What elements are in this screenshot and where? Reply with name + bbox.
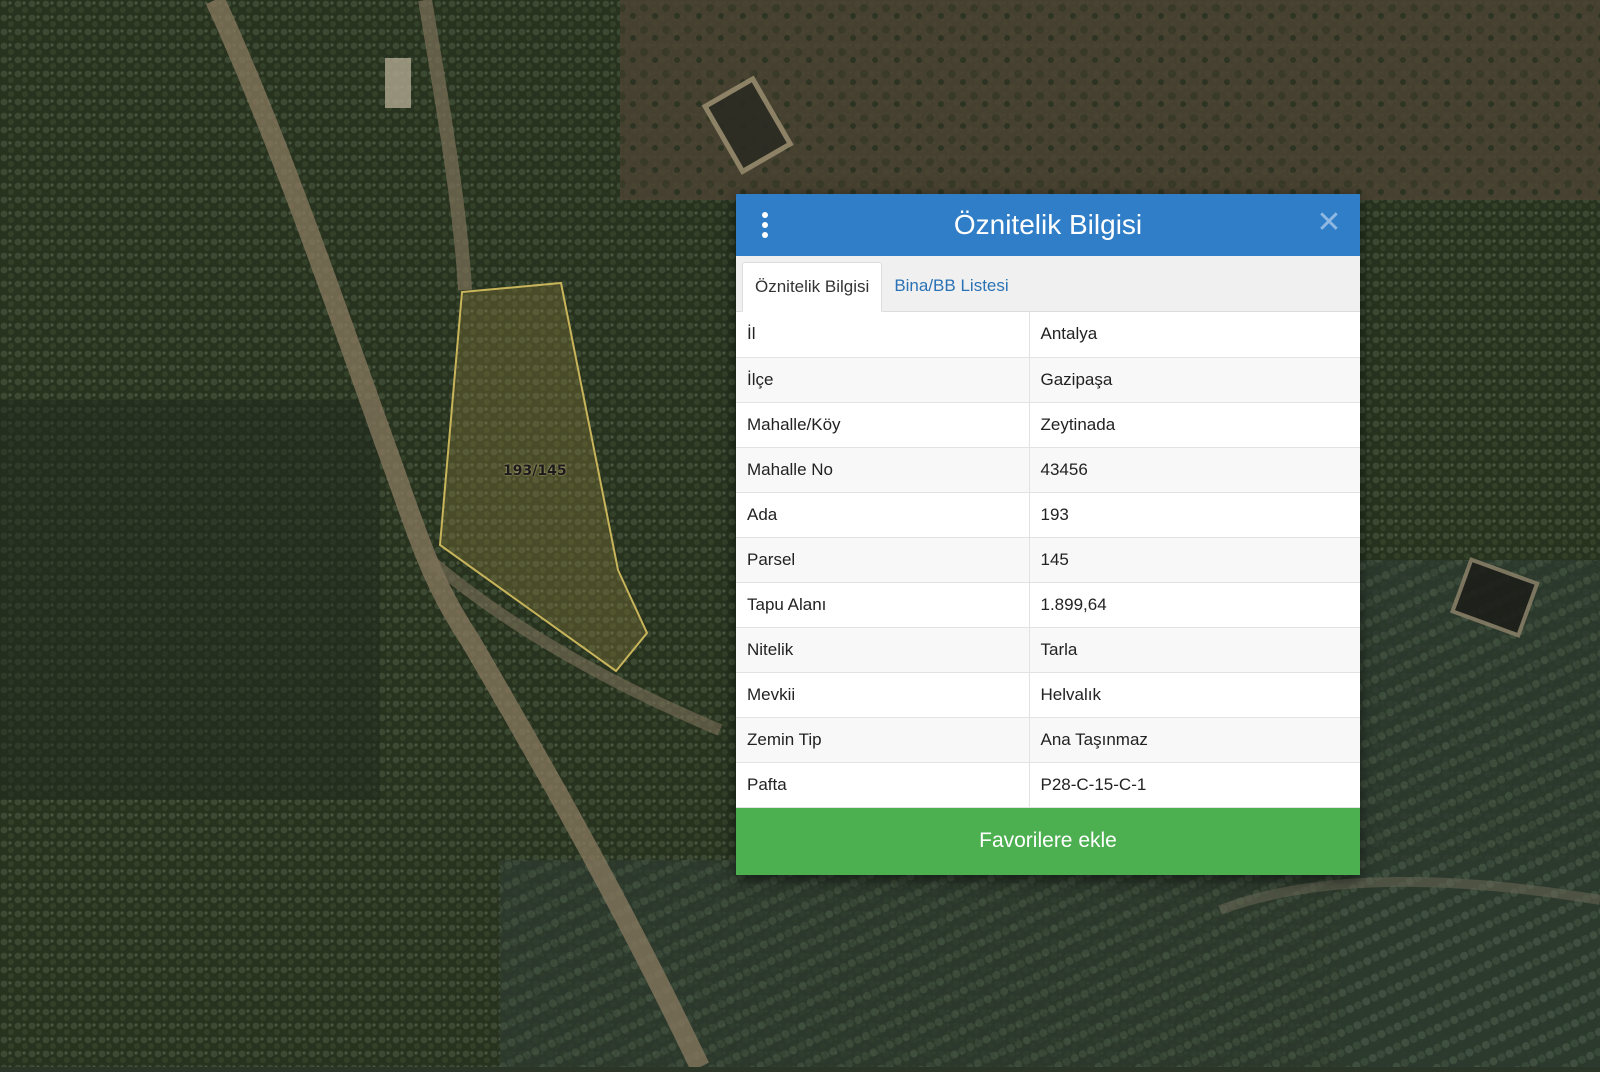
row-value: Helvalık bbox=[1029, 672, 1360, 718]
attribute-panel: Öznitelik Bilgisi ✕ Öznitelik Bilgisi Bi… bbox=[736, 194, 1360, 875]
row-key: Nitelik bbox=[736, 627, 1030, 673]
row-value: Ana Taşınmaz bbox=[1029, 717, 1360, 763]
row-value: Tarla bbox=[1029, 627, 1360, 673]
vertical-dots-icon[interactable] bbox=[758, 209, 772, 241]
row-key: Mevkii bbox=[736, 672, 1030, 718]
table-row: İl Antalya bbox=[736, 312, 1360, 358]
add-to-favorites-button[interactable]: Favorilere ekle bbox=[736, 807, 1360, 875]
row-key: Zemin Tip bbox=[736, 717, 1030, 763]
row-key: Parsel bbox=[736, 537, 1030, 583]
panel-title: Öznitelik Bilgisi bbox=[953, 209, 1143, 240]
close-icon[interactable]: ✕ bbox=[1316, 208, 1342, 238]
table-row: Parsel 145 bbox=[736, 537, 1360, 583]
row-key: İlçe bbox=[736, 357, 1030, 403]
table-row: Mahalle/Köy Zeytinada bbox=[736, 402, 1360, 448]
row-value: 43456 bbox=[1029, 447, 1360, 493]
row-value: Zeytinada bbox=[1029, 402, 1360, 448]
row-key: Ada bbox=[736, 492, 1030, 538]
table-row: Zemin Tip Ana Taşınmaz bbox=[736, 717, 1360, 763]
table-row: Nitelik Tarla bbox=[736, 627, 1360, 673]
row-value: Gazipaşa bbox=[1029, 357, 1360, 403]
row-key: İl bbox=[736, 312, 1030, 358]
row-value: 1.899,64 bbox=[1029, 582, 1360, 628]
panel-header: Öznitelik Bilgisi ✕ bbox=[736, 194, 1360, 256]
tab-bar: Öznitelik Bilgisi Bina/BB Listesi bbox=[736, 256, 1360, 312]
table-row: İlçe Gazipaşa bbox=[736, 357, 1360, 403]
table-row: Ada 193 bbox=[736, 492, 1360, 538]
row-value: P28-C-15-C-1 bbox=[1029, 762, 1360, 808]
row-value: Antalya bbox=[1029, 312, 1360, 358]
row-key: Mahalle/Köy bbox=[736, 402, 1030, 448]
tab-building-list[interactable]: Bina/BB Listesi bbox=[882, 261, 1020, 311]
row-key: Pafta bbox=[736, 762, 1030, 808]
tab-attribute-info[interactable]: Öznitelik Bilgisi bbox=[742, 262, 883, 312]
row-value: 193 bbox=[1029, 492, 1360, 538]
table-row: Pafta P28-C-15-C-1 bbox=[736, 762, 1360, 808]
row-key: Mahalle No bbox=[736, 447, 1030, 493]
table-row: Mevkii Helvalık bbox=[736, 672, 1360, 718]
table-row: Tapu Alanı 1.899,64 bbox=[736, 582, 1360, 628]
row-key: Tapu Alanı bbox=[736, 582, 1030, 628]
attribute-table: İl Antalya İlçe Gazipaşa Mahalle/Köy Zeytin… bbox=[736, 312, 1360, 808]
row-value: 145 bbox=[1029, 537, 1360, 583]
parcel-label: 193/145 bbox=[503, 463, 567, 479]
table-row: Mahalle No 43456 bbox=[736, 447, 1360, 493]
